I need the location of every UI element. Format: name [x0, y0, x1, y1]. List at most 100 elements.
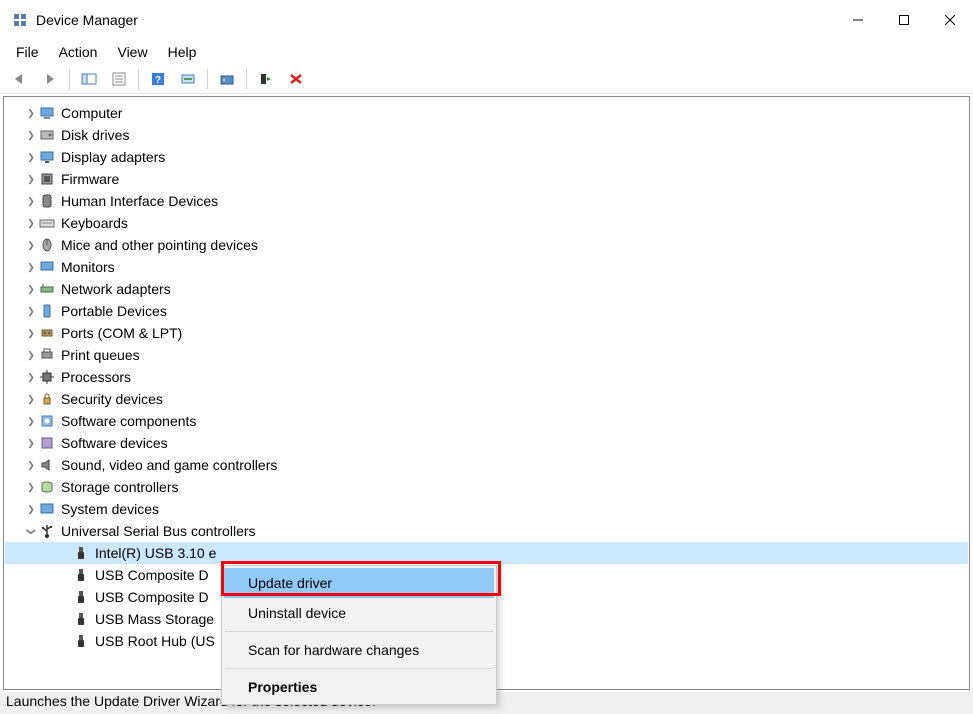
category-label: Network adapters	[61, 281, 171, 297]
expander-icon[interactable]: ❯	[23, 196, 39, 207]
toolbar: ?	[0, 64, 973, 94]
category-label: Security devices	[61, 391, 163, 407]
mouse-icon	[39, 237, 55, 253]
portable-icon	[39, 303, 55, 319]
category-label: Processors	[61, 369, 131, 385]
device-category[interactable]: ❯Keyboards	[5, 212, 968, 234]
computer-icon	[39, 105, 55, 121]
update-driver-button[interactable]	[213, 67, 241, 91]
device-label: USB Composite D	[95, 567, 209, 583]
expander-icon[interactable]: ❯	[23, 218, 39, 229]
close-button[interactable]	[927, 0, 973, 40]
device-item[interactable]: Intel(R) USB 3.10 e	[5, 542, 968, 564]
expander-icon[interactable]: ❯	[23, 460, 39, 471]
window-title: Device Manager	[36, 12, 138, 28]
expander-icon[interactable]: ❯	[26, 523, 37, 539]
sound-icon	[39, 457, 55, 473]
help-button[interactable]: ?	[144, 67, 172, 91]
device-category[interactable]: ❯ Firmware	[5, 168, 968, 190]
expander-icon[interactable]: ❯	[23, 372, 39, 383]
expander-icon[interactable]: ❯	[23, 152, 39, 163]
expander-icon[interactable]: ❯	[23, 394, 39, 405]
software-icon	[39, 413, 55, 429]
network-icon	[39, 281, 55, 297]
expander-icon[interactable]: ❯	[23, 174, 39, 185]
device-category[interactable]: ❯ Portable Devices	[5, 300, 968, 322]
ctx-uninstall-device[interactable]: Uninstall device	[224, 598, 494, 628]
expander-icon[interactable]: ❯	[23, 130, 39, 141]
minimize-button[interactable]	[835, 0, 881, 40]
menu-file[interactable]: File	[6, 42, 49, 62]
expander-icon[interactable]: ❯	[23, 306, 39, 317]
usb-icon	[39, 523, 55, 539]
scan-hardware-button[interactable]	[174, 67, 202, 91]
device-category[interactable]: ❯ Security devices	[5, 388, 968, 410]
category-label: Software devices	[61, 435, 168, 451]
menu-help[interactable]: Help	[158, 42, 207, 62]
expander-icon[interactable]: ❯	[23, 262, 39, 273]
device-category[interactable]: ❯ Computer	[5, 102, 968, 124]
device-category[interactable]: ❯ Display adapters	[5, 146, 968, 168]
category-label: Sound, video and game controllers	[61, 457, 277, 473]
system-icon	[39, 501, 55, 517]
ctx-scan-hardware[interactable]: Scan for hardware changes	[224, 635, 494, 665]
device-category-usb[interactable]: ❯ Universal Serial Bus controllers	[5, 520, 968, 542]
device-category[interactable]: ❯ System devices	[5, 498, 968, 520]
software-dev-icon	[39, 435, 55, 451]
device-category[interactable]: ❯Disk drives	[5, 124, 968, 146]
device-category[interactable]: ❯ Network adapters	[5, 278, 968, 300]
app-icon	[12, 12, 28, 28]
device-category[interactable]: ❯ Storage controllers	[5, 476, 968, 498]
category-label: Display adapters	[61, 149, 165, 165]
device-category[interactable]: ❯Print queues	[5, 344, 968, 366]
device-label: USB Mass Storage	[95, 611, 214, 627]
expander-icon[interactable]: ❯	[23, 482, 39, 493]
device-category[interactable]: ❯ Mice and other pointing devices	[5, 234, 968, 256]
maximize-button[interactable]	[881, 0, 927, 40]
device-category[interactable]: ❯Ports (COM & LPT)	[5, 322, 968, 344]
show-hide-tree-button[interactable]	[75, 67, 103, 91]
ctx-properties[interactable]: Properties	[224, 672, 494, 702]
context-menu: Update driver Uninstall device Scan for …	[221, 565, 497, 705]
forward-button[interactable]	[36, 67, 64, 91]
properties-button[interactable]	[105, 67, 133, 91]
expander-icon[interactable]: ❯	[23, 504, 39, 515]
expander-icon[interactable]: ❯	[23, 350, 39, 361]
device-category[interactable]: ❯ Processors	[5, 366, 968, 388]
device-category[interactable]: ❯ Human Interface Devices	[5, 190, 968, 212]
expander-icon[interactable]: ❯	[23, 108, 39, 119]
usb-device-icon	[73, 611, 89, 627]
enable-device-button[interactable]	[252, 67, 280, 91]
category-label: Human Interface Devices	[61, 193, 218, 209]
device-category[interactable]: ❯ Software devices	[5, 432, 968, 454]
category-label: Mice and other pointing devices	[61, 237, 258, 253]
category-label: Portable Devices	[61, 303, 167, 319]
monitor-icon	[39, 259, 55, 275]
ctx-update-driver[interactable]: Update driver	[224, 568, 494, 598]
expander-icon[interactable]: ❯	[23, 284, 39, 295]
printer-icon	[39, 347, 55, 363]
category-label: Firmware	[61, 171, 119, 187]
ports-icon	[39, 325, 55, 341]
menubar: File Action View Help	[0, 40, 973, 64]
device-category[interactable]: ❯ Monitors	[5, 256, 968, 278]
category-label: Universal Serial Bus controllers	[61, 523, 256, 539]
expander-icon[interactable]: ❯	[23, 328, 39, 339]
category-label: System devices	[61, 501, 159, 517]
expander-icon[interactable]: ❯	[23, 240, 39, 251]
device-category[interactable]: ❯ Software components	[5, 410, 968, 432]
expander-icon[interactable]: ❯	[23, 438, 39, 449]
category-label: Computer	[61, 105, 122, 121]
expander-icon[interactable]: ❯	[23, 416, 39, 427]
menu-action[interactable]: Action	[49, 42, 108, 62]
category-label: Storage controllers	[61, 479, 179, 495]
display-icon	[39, 149, 55, 165]
device-category[interactable]: ❯ Sound, video and game controllers	[5, 454, 968, 476]
usb-device-icon	[73, 545, 89, 561]
back-button[interactable]	[6, 67, 34, 91]
category-label: Monitors	[61, 259, 115, 275]
menu-view[interactable]: View	[107, 42, 157, 62]
category-label: Software components	[61, 413, 196, 429]
device-label: USB Composite D	[95, 589, 209, 605]
uninstall-device-button[interactable]	[282, 67, 310, 91]
